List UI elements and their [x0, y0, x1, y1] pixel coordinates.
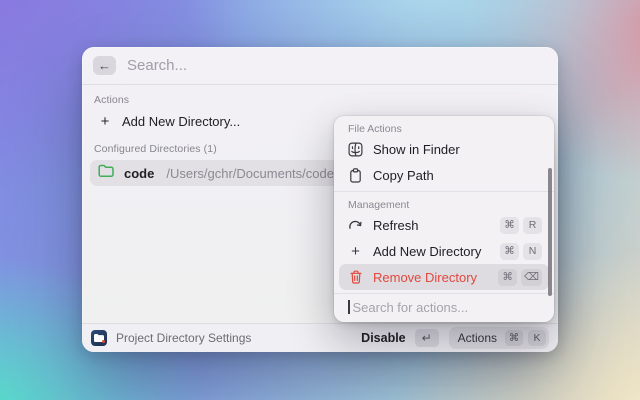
command-key-badge: ⌘ [505, 330, 523, 346]
back-button[interactable]: ← [93, 56, 116, 75]
directory-path: /Users/gchr/Documents/code [166, 166, 334, 181]
command-key-badge: ⌘ [500, 217, 519, 234]
text-caret [348, 300, 350, 314]
menu-section-file-actions: File Actions [339, 121, 549, 136]
menu-item-refresh[interactable]: Refresh ⌘ R [339, 212, 549, 238]
window-footer: Project Directory Settings Disable ↵ Act… [82, 323, 558, 352]
shortcut-keys: ⌘ R [500, 217, 542, 234]
disable-button[interactable]: Disable [361, 331, 405, 345]
r-key-badge: R [523, 217, 542, 234]
clipboard-icon [348, 168, 363, 183]
menu-scrollbar[interactable] [548, 168, 552, 296]
plus-icon: + [348, 243, 363, 260]
search-input[interactable]: Search... [127, 57, 187, 74]
menu-item-label: Refresh [373, 218, 419, 233]
delete-key-badge: ⌫ [521, 269, 542, 286]
menu-item-add-new-directory[interactable]: + Add New Directory ⌘ N [339, 238, 549, 264]
directory-name: code [124, 166, 154, 181]
actions-search-input[interactable]: Search for actions... [334, 293, 554, 320]
menu-item-remove-directory[interactable]: Remove Directory ⌘ ⌫ [339, 264, 549, 290]
back-arrow-icon: ← [98, 56, 111, 75]
trash-icon [348, 270, 363, 284]
menu-item-show-in-finder[interactable]: Show in Finder [339, 136, 549, 162]
command-key-badge: ⌘ [500, 243, 519, 260]
refresh-icon [348, 219, 363, 232]
menu-item-label: Copy Path [373, 168, 434, 183]
notification-dot [102, 340, 105, 343]
add-new-directory-label: Add New Directory... [122, 114, 240, 129]
menu-section-management: Management [339, 195, 549, 212]
extension-app-icon [91, 330, 107, 346]
actions-menu-button[interactable]: Actions ⌘ K [449, 327, 549, 349]
footer-title: Project Directory Settings [116, 331, 251, 345]
shortcut-keys: ⌘ N [500, 243, 542, 260]
k-key-badge: K [528, 330, 546, 346]
section-actions-label: Actions [94, 94, 546, 106]
menu-item-copy-path[interactable]: Copy Path [339, 162, 549, 188]
actions-search-placeholder: Search for actions... [353, 300, 469, 315]
return-key-badge: ↵ [415, 329, 439, 347]
footer-actions: Disable ↵ Actions ⌘ K [361, 327, 549, 349]
shortcut-keys: ⌘ ⌫ [498, 269, 542, 286]
actions-button-label: Actions [458, 331, 497, 345]
finder-icon [348, 142, 363, 157]
plus-icon: + [98, 113, 112, 130]
n-key-badge: N [523, 243, 542, 260]
menu-item-label: Remove Directory [373, 270, 477, 285]
command-key-badge: ⌘ [498, 269, 517, 286]
menu-item-label: Add New Directory [373, 244, 481, 259]
menu-divider [334, 191, 554, 192]
actions-popover-menu: File Actions Show in Finder Copy Path Ma… [334, 116, 554, 322]
menu-item-label: Show in Finder [373, 142, 460, 157]
folder-icon [98, 164, 114, 183]
search-header: ← Search... [82, 47, 558, 85]
